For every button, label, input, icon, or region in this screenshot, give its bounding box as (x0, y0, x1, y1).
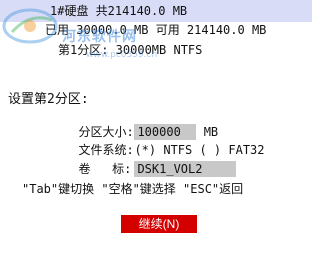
volume-label-input[interactable]: DSK1_VOL2 (134, 161, 237, 177)
watermark-text: 河东软件网 (62, 29, 137, 45)
volume-label-row: 卷 标: DSK1_VOL2 (64, 145, 237, 177)
continue-button[interactable]: 继续(N) (121, 215, 197, 233)
volume-label-label: 卷 标: (78, 162, 132, 176)
watermark-url: www.pc0359.cn (86, 50, 158, 60)
section-title: 设置第2分区: (8, 92, 89, 107)
keyboard-hint: "Tab"键切换 "空格"键选择 "ESC"返回 (22, 182, 244, 196)
